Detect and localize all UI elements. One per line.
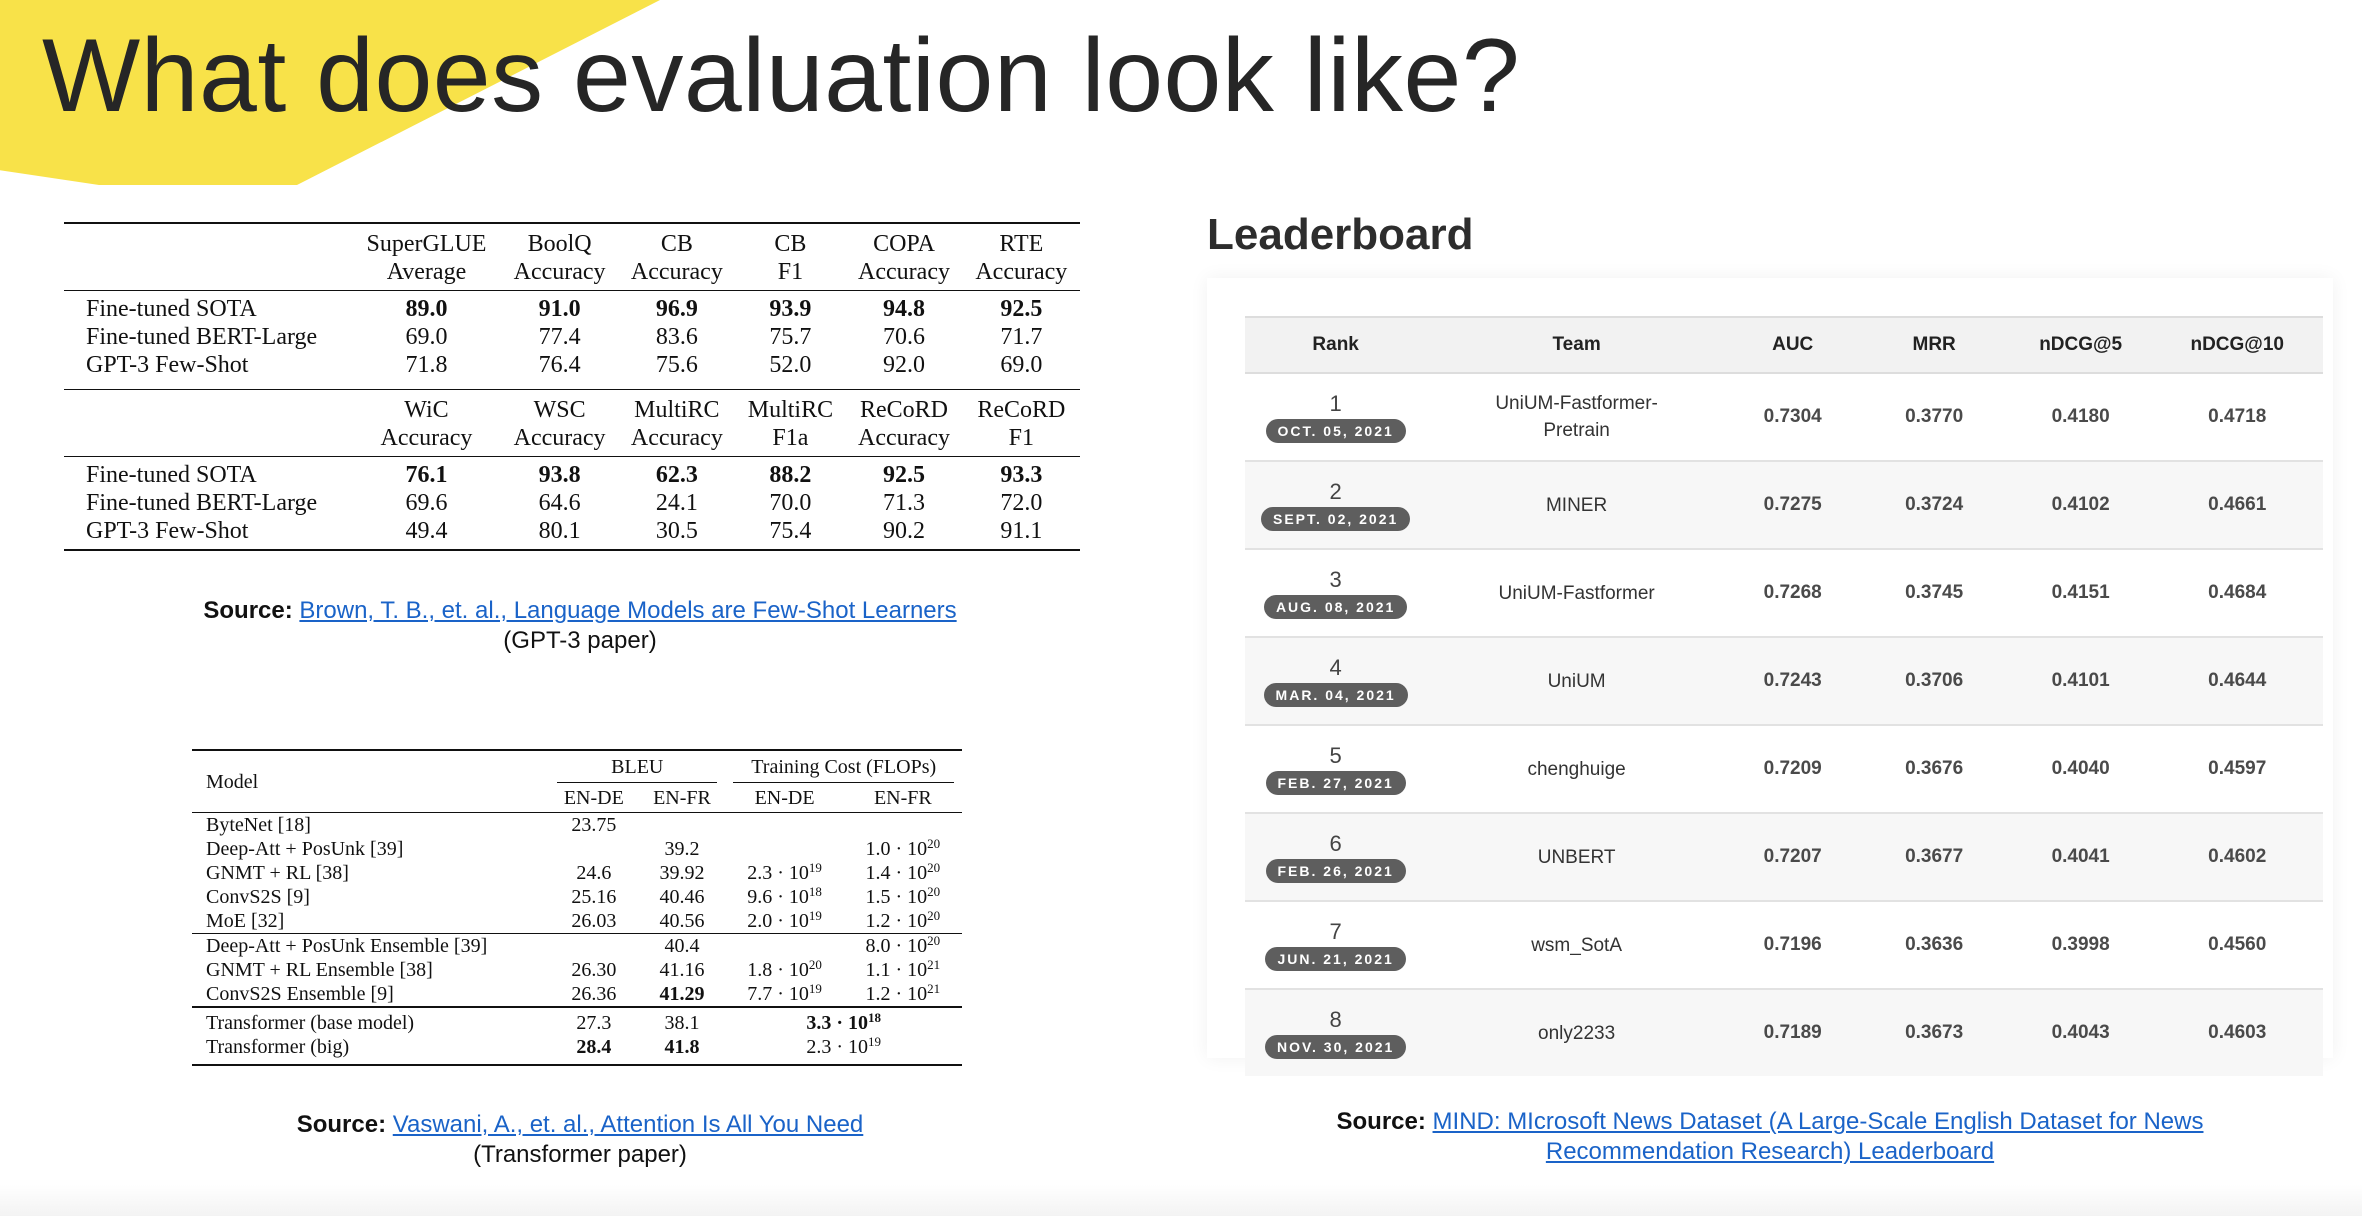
table-row: 8 NOV. 30, 2021 only2233 0.7189 0.3673 0.… [1245, 989, 2323, 1076]
leaderboard-table: Rank Team AUC MRR nDCG@5 nDCG@10 1 OCT. 0… [1245, 316, 2323, 1076]
col-header-team: Team [1426, 316, 1727, 374]
bottom-shadow [0, 1185, 2362, 1216]
rank-number: 3 [1329, 567, 1342, 592]
date-badge: FEB. 26, 2021 [1265, 859, 1406, 883]
mind-leaderboard-link[interactable]: MIND: MIcrosoft News Dataset (A Large-Sc… [1433, 1108, 2204, 1135]
table-row: Deep-Att + PosUnk [39] 39.2 1.0 · 1020 [206, 836, 941, 860]
table-row: GPT-3 Few-Shot 71.8 76.4 75.6 52.0 92.0 … [86, 352, 1043, 378]
date-badge: MAR. 04, 2021 [1263, 683, 1408, 707]
table-header-row: WiC Accuracy WSC Accuracy MultiRC Accuracy … [64, 389, 1080, 457]
date-badge: FEB. 27, 2021 [1265, 771, 1406, 795]
table-row: 4 MAR. 04, 2021 UniUM 0.7243 0.3706 0.410… [1245, 637, 2323, 726]
rank-number: 8 [1329, 1007, 1342, 1032]
table-row: Fine-tuned SOTA 89.0 91.0 96.9 93.9 94.8… [64, 290, 1080, 324]
table-row: 7 JUN. 21, 2021 wsm_SotA 0.7196 0.3636 0.… [1245, 901, 2323, 990]
col-header: ReCoRD F1 [977, 397, 1066, 451]
table-row: Transformer (big) 28.4 41.8 2.3 · 1019 [192, 1035, 962, 1065]
table-row: ByteNet [18] 23.75 [192, 812, 962, 838]
table-row: MoE [32] 26.03 40.56 2.0 · 1019 1.2 · 10… [206, 908, 941, 932]
col-header: ReCoRD Accuracy [858, 397, 950, 451]
date-badge: AUG. 08, 2021 [1263, 595, 1408, 619]
col-header: MultiRC F1a [747, 397, 834, 451]
table-row: Transformer (base model) 27.3 38.1 3.3 ·… [192, 1007, 962, 1035]
col-header: CB Accuracy [630, 231, 723, 285]
table-row: ConvS2S [9] 25.16 40.46 9.6 · 1018 1.5 ·… [206, 884, 941, 908]
rank-number: 6 [1329, 831, 1342, 856]
col-header: SuperGLUE Average [366, 231, 487, 285]
table-row: GNMT + RL Ensemble [38] 26.30 41.16 1.8 … [206, 957, 941, 981]
table-row: 6 FEB. 26, 2021 UNBERT 0.7207 0.3677 0.40… [1245, 813, 2323, 902]
date-badge: NOV. 30, 2021 [1264, 1035, 1407, 1059]
table-row: 1 OCT. 05, 2021 UniUM-Fastformer- Pretrain… [1245, 373, 2323, 462]
date-badge: JUN. 21, 2021 [1265, 947, 1406, 971]
col-header-ndcg10: nDCG@10 [2151, 316, 2323, 374]
table-row: 5 FEB. 27, 2021 chenghuige 0.7209 0.3676 … [1245, 725, 2323, 814]
table-row: 3 AUG. 08, 2021 UniUM-Fastformer 0.7268 0… [1245, 549, 2323, 638]
superglue-table: SuperGLUE Average BoolQ Accuracy CB Accurac… [64, 222, 1084, 551]
col-header-rank: Rank [1245, 316, 1427, 374]
col-header-ndcg5: nDCG@5 [2009, 316, 2152, 374]
col-header: COPA Accuracy [858, 231, 950, 285]
rank-number: 4 [1329, 655, 1342, 680]
table-row: ConvS2S Ensemble [9] 26.36 41.29 7.7 · 1… [206, 981, 941, 1005]
table-header-row: Model BLEU Training Cost (FLOPs) [192, 750, 962, 793]
mind-source-caption: Source: MIND: MIcrosoft News Dataset (A … [1336, 1108, 2204, 1165]
transformer-source-caption: Source: Vaswani, A., et. al., Attention … [296, 1111, 864, 1168]
col-header: CB F1 [774, 231, 807, 285]
transformer-paper-link[interactable]: Vaswani, A., et. al., Attention Is All Y… [393, 1111, 864, 1138]
rank-number: 1 [1329, 391, 1342, 416]
table-row: GNMT + RL [38] 24.6 39.92 2.3 · 1019 1.4… [206, 860, 941, 884]
table-header-row: SuperGLUE Average BoolQ Accuracy CB Accurac… [64, 223, 1080, 291]
leaderboard-card: Rank Team AUC MRR nDCG@5 nDCG@10 1 OCT. 0… [1207, 278, 2333, 1076]
table-row: Deep-Att + PosUnk Ensemble [39] 40.4 8.0… [192, 933, 962, 959]
rank-number: 5 [1329, 743, 1342, 768]
leaderboard-title: Leaderboard [1207, 210, 1474, 259]
col-header: WiC Accuracy [380, 397, 473, 451]
gpt3-paper-link[interactable]: Brown, T. B., et. al., Language Models a… [299, 597, 956, 624]
col-header-auc: AUC [1726, 316, 1859, 374]
col-header: RTE Accuracy [975, 231, 1068, 285]
table-row: Fine-tuned BERT-Large 69.6 64.6 24.1 70.… [86, 490, 1043, 516]
col-header-mrr: MRR [1858, 316, 2010, 374]
col-header: WSC Accuracy [513, 397, 606, 451]
table-header-row: Rank Team AUC MRR nDCG@5 nDCG@10 [1245, 316, 2323, 374]
transformer-table: Model BLEU Training Cost (FLOPs) EN-DE E… [192, 749, 962, 1066]
table-row: 2 SEPT. 02, 2021 MINER 0.7275 0.3724 0.41… [1245, 461, 2323, 550]
col-header: BoolQ Accuracy [513, 231, 606, 285]
gpt3-source-caption: Source: Brown, T. B., et. al., Language … [203, 597, 957, 654]
date-badge: SEPT. 02, 2021 [1260, 507, 1411, 531]
slide-title: What does evaluation look like? [42, 18, 1521, 134]
table-row: Fine-tuned BERT-Large 69.0 77.4 83.6 75.… [86, 324, 1043, 350]
col-header: MultiRC Accuracy [630, 397, 723, 451]
rank-number: 2 [1329, 479, 1342, 504]
date-badge: OCT. 05, 2021 [1265, 419, 1406, 443]
rank-number: 7 [1329, 919, 1342, 944]
mind-leaderboard-link-cont[interactable]: Recommendation Research) Leaderboard [1546, 1138, 1994, 1165]
table-row: GPT-3 Few-Shot 49.4 80.1 30.5 75.4 90.2 … [64, 517, 1080, 550]
table-row: Fine-tuned SOTA 76.1 93.8 62.3 88.2 92.5… [64, 456, 1080, 490]
